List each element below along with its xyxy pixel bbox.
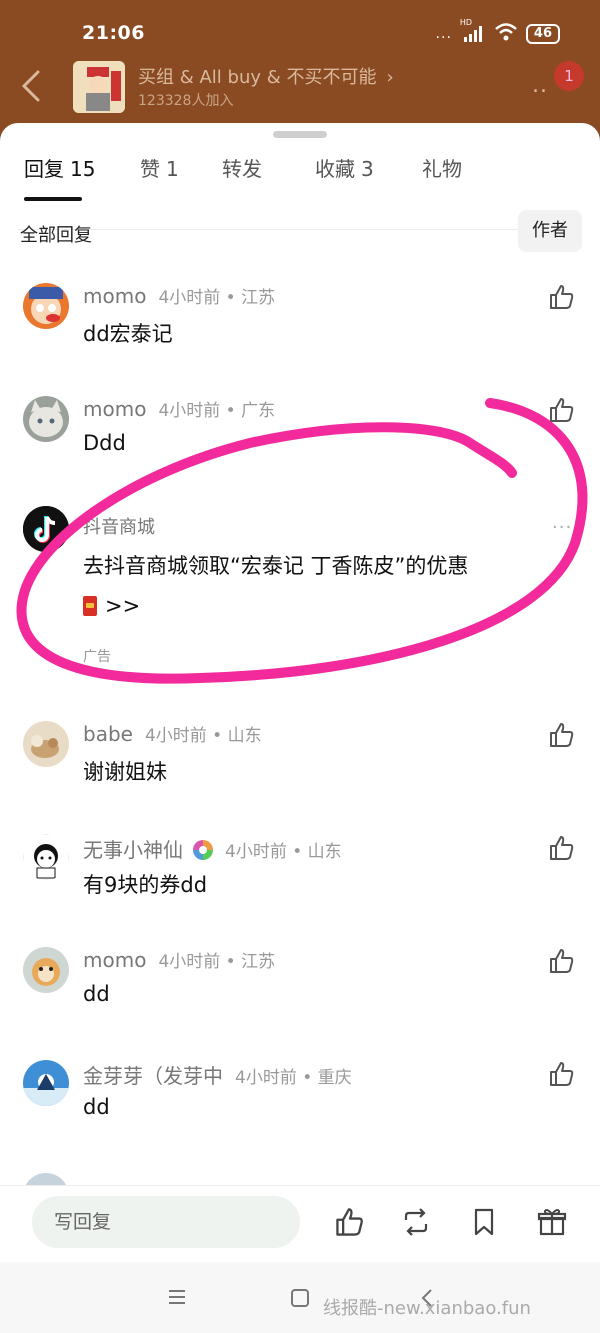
group-name[interactable]: 买组 & All buy & 不买不可能 ›: [138, 63, 394, 89]
avatar[interactable]: [23, 947, 69, 993]
thumbs-up-icon[interactable]: [334, 1206, 366, 1238]
ad-text-body: 去抖音商城领取“宏泰记 丁香陈皮”的优惠: [83, 554, 469, 578]
comment-text: Ddd: [83, 431, 126, 455]
tab-label: 回复: [24, 157, 64, 181]
comment-meta: 金芽芽（发芽中 4小时前 • 重庆: [83, 1060, 352, 1090]
tab-gifts[interactable]: 礼物: [422, 153, 462, 182]
comment-item: babe 4小时前 • 山东 谢谢姐妹: [0, 721, 600, 831]
comment-item: 金芽芽（发芽中 4小时前 • 重庆 dd: [0, 1060, 600, 1170]
tab-count: 15: [70, 157, 96, 181]
tab-label: 礼物: [422, 157, 462, 181]
comment-text: dd宏泰记: [83, 322, 173, 346]
group-avatar[interactable]: [73, 61, 125, 113]
comment-author[interactable]: momo: [83, 948, 146, 972]
user-badge-icon: [193, 840, 213, 860]
comment-meta: babe 4小时前 • 山东: [83, 721, 262, 751]
tab-label: 转发: [222, 157, 262, 181]
tab-bar: 回复 15 赞1 转发 收藏 3 礼物: [0, 153, 600, 230]
comment-meta: momo 4小时前 • 广东: [83, 396, 275, 426]
group-member-count: 123328人加入: [138, 93, 234, 109]
notification-badge[interactable]: 1: [554, 61, 584, 91]
repost-icon[interactable]: [400, 1206, 432, 1238]
tab-reposts[interactable]: 转发: [222, 153, 262, 182]
status-time: 21:06: [82, 22, 145, 44]
status-icons: ... HD 46: [435, 18, 560, 46]
comment-author[interactable]: babe: [83, 722, 133, 746]
thumbs-up-icon[interactable]: [548, 1060, 576, 1088]
tab-likes[interactable]: 赞1: [140, 153, 179, 182]
tabs-divider: [18, 229, 580, 230]
thumbs-up-icon[interactable]: [548, 396, 576, 424]
menu-icon[interactable]: [167, 1288, 187, 1310]
comment-time-location: 4小时前 • 山东: [144, 726, 262, 746]
more-options-button[interactable]: ..: [532, 73, 548, 98]
comment-meta: 无事小神仙 4小时前 • 山东: [83, 834, 342, 864]
reply-sheet: 回复 15 赞1 转发 收藏 3 礼物 全部回复 作者 momo 4小时前 • 江苏…: [0, 123, 600, 1333]
comment-item: momo 4小时前 • 江苏 dd: [0, 947, 600, 1057]
tab-label: 赞: [140, 157, 160, 181]
battery-indicator: 46: [525, 24, 560, 44]
tab-favorites[interactable]: 收藏 3: [315, 153, 374, 182]
thumbs-up-icon[interactable]: [548, 834, 576, 862]
avatar[interactable]: [23, 283, 69, 329]
comment-meta: momo 4小时前 • 江苏: [83, 283, 275, 313]
thumbs-up-icon[interactable]: [548, 947, 576, 975]
home-icon[interactable]: [290, 1288, 310, 1312]
comment-item: 无事小神仙 4小时前 • 山东 有9块的券dd: [0, 834, 600, 944]
comment-author[interactable]: momo: [83, 284, 146, 308]
back-icon[interactable]: [18, 69, 46, 103]
sponsored-ad[interactable]: 抖音商城 ... 去抖音商城领取“宏泰记 丁香陈皮”的优惠 >> 广告: [0, 506, 600, 666]
status-more-dots: ...: [435, 26, 452, 42]
comment-author[interactable]: 金芽芽（发芽中: [83, 1060, 223, 1089]
ad-more-button[interactable]: ...: [552, 512, 572, 533]
comment-time-location: 4小时前 • 江苏: [158, 288, 276, 308]
signal-icon: HD: [460, 18, 486, 44]
group-header: 买组 & All buy & 不买不可能 › 123328人加入 .. 1: [0, 55, 600, 125]
comment-author[interactable]: 无事小神仙: [83, 834, 183, 863]
status-bar: 21:06 ... HD 46: [0, 0, 600, 60]
comment-time-location: 4小时前 • 重庆: [235, 1068, 352, 1088]
comment-item: momo 4小时前 • 广东 Ddd: [0, 396, 600, 506]
tab-count: 3: [361, 157, 374, 181]
author-filter-button[interactable]: 作者: [518, 210, 582, 252]
bookmark-icon[interactable]: [468, 1206, 500, 1238]
ad-text: 去抖音商城领取“宏泰记 丁香陈皮”的优惠 >>: [83, 546, 553, 626]
comment-time-location: 4小时前 • 江苏: [158, 952, 276, 972]
active-tab-indicator: [24, 197, 82, 201]
ad-label: 广告: [83, 649, 111, 665]
network-type-label: HD: [459, 18, 473, 27]
avatar[interactable]: [23, 396, 69, 442]
avatar[interactable]: [23, 721, 69, 767]
gift-icon[interactable]: [536, 1206, 568, 1238]
red-packet-icon: [83, 596, 97, 616]
comment-meta: momo 4小时前 • 江苏: [83, 947, 275, 977]
comment-text: 有9块的券dd: [83, 873, 208, 897]
comment-time-location: 4小时前 • 广东: [158, 401, 276, 421]
comment-item: momo 4小时前 • 江苏 dd宏泰记: [0, 283, 600, 393]
tab-count: 1: [166, 157, 179, 181]
thumbs-up-icon[interactable]: [548, 721, 576, 749]
watermark: 线报酷-new.xianbao.fun: [323, 1298, 531, 1319]
tab-replies[interactable]: 回复 15: [24, 153, 95, 182]
thumbs-up-icon[interactable]: [548, 283, 576, 311]
wifi-icon: [494, 22, 518, 46]
avatar[interactable]: [23, 834, 69, 880]
all-replies-label: 全部回复: [20, 225, 92, 246]
reply-input[interactable]: 写回复: [32, 1196, 300, 1248]
comment-text: dd: [83, 1095, 110, 1119]
tab-label: 收藏: [315, 157, 355, 181]
sheet-drag-handle[interactable]: [273, 131, 327, 138]
comment-text: dd: [83, 982, 110, 1006]
douyin-logo-icon: [23, 506, 69, 552]
comment-time-location: 4小时前 • 山东: [225, 842, 342, 862]
system-nav-bar: 线报酷-new.xianbao.fun: [0, 1262, 600, 1333]
ad-link-arrows[interactable]: >>: [105, 594, 140, 618]
bottom-action-bar: 写回复: [0, 1185, 600, 1261]
ad-advertiser-name: 抖音商城: [83, 517, 155, 538]
avatar[interactable]: [23, 1060, 69, 1106]
group-name-text: 买组 & All buy & 不买不可能: [138, 67, 377, 88]
comment-text: 谢谢姐妹: [83, 760, 167, 784]
comment-author[interactable]: momo: [83, 397, 146, 421]
chevron-right-icon: ›: [386, 67, 394, 88]
